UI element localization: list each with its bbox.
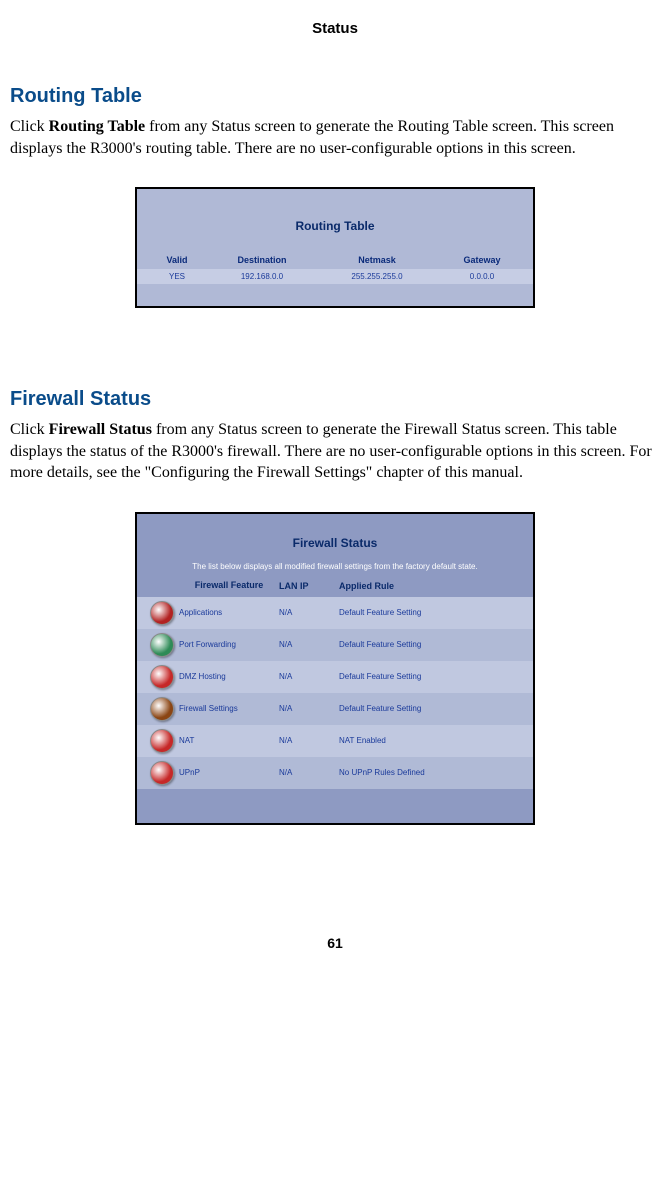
firewall-row-applied-rule: Default Feature Setting xyxy=(339,672,525,681)
firewall-row-lanip: N/A xyxy=(279,608,339,617)
firewall-row: Port ForwardingN/ADefault Feature Settin… xyxy=(137,629,533,661)
routing-table-row: YES 192.168.0.0 255.255.255.0 0.0.0.0 xyxy=(137,269,533,284)
firewall-rows-container: ApplicationsN/ADefault Feature SettingPo… xyxy=(137,597,533,789)
routing-table-panel: Routing Table Valid Destination Netmask … xyxy=(135,187,535,308)
firewall-row-lanip: N/A xyxy=(279,736,339,745)
firewall-status-panel: Firewall Status The list below displays … xyxy=(135,512,535,825)
upnp-icon xyxy=(150,761,174,785)
firewall-row-feature: DMZ Hosting xyxy=(179,672,279,681)
routing-col-valid: Valid xyxy=(147,255,207,265)
section-gap xyxy=(10,352,660,388)
firewall-row-applied-rule: Default Feature Setting xyxy=(339,640,525,649)
manual-page: Status Routing Table Click Routing Table… xyxy=(0,0,670,971)
firewall-row-icon-cell xyxy=(145,761,179,785)
firewall-status-heading: Firewall Status xyxy=(10,388,660,411)
routing-para-pre: Click xyxy=(10,118,49,135)
routing-cell-netmask: 255.255.255.0 xyxy=(317,272,437,281)
firewall-row-feature: NAT xyxy=(179,736,279,745)
firewall-row: DMZ HostingN/ADefault Feature Setting xyxy=(137,661,533,693)
firewall-row: UPnPN/ANo UPnP Rules Defined xyxy=(137,757,533,789)
firewall-status-figure: Firewall Status The list below displays … xyxy=(10,512,660,825)
firewall-col-feature: Firewall Feature xyxy=(179,581,279,591)
page-header: Status xyxy=(10,20,660,37)
firewall-para-pre: Click xyxy=(10,421,49,438)
firewall-header-row: Firewall Feature LAN IP Applied Rule xyxy=(137,581,533,597)
port-forwarding-icon xyxy=(150,633,174,657)
firewall-row: NATN/ANAT Enabled xyxy=(137,725,533,757)
dmz-hosting-icon xyxy=(150,665,174,689)
firewall-status-subtext: The list below displays all modified fir… xyxy=(137,562,533,581)
firewall-row-feature: Port Forwarding xyxy=(179,640,279,649)
firewall-row-lanip: N/A xyxy=(279,704,339,713)
routing-table-title: Routing Table xyxy=(137,189,533,251)
page-number: 61 xyxy=(10,935,660,951)
firewall-settings-icon xyxy=(150,697,174,721)
firewall-row-feature: Firewall Settings xyxy=(179,704,279,713)
firewall-row: Firewall SettingsN/ADefault Feature Sett… xyxy=(137,693,533,725)
firewall-row-icon-cell xyxy=(145,601,179,625)
routing-table-figure: Routing Table Valid Destination Netmask … xyxy=(10,187,660,308)
firewall-row: ApplicationsN/ADefault Feature Setting xyxy=(137,597,533,629)
routing-cell-gateway: 0.0.0.0 xyxy=(437,272,527,281)
routing-table-heading: Routing Table xyxy=(10,85,660,108)
firewall-row-lanip: N/A xyxy=(279,640,339,649)
firewall-row-applied-rule: Default Feature Setting xyxy=(339,704,525,713)
firewall-row-lanip: N/A xyxy=(279,768,339,777)
routing-col-gateway: Gateway xyxy=(437,255,527,265)
firewall-row-applied-rule: NAT Enabled xyxy=(339,736,525,745)
firewall-col-applied-rule: Applied Rule xyxy=(339,581,525,591)
routing-cell-destination: 192.168.0.0 xyxy=(207,272,317,281)
applications-icon xyxy=(150,601,174,625)
firewall-status-paragraph: Click Firewall Status from any Status sc… xyxy=(10,419,660,484)
firewall-row-applied-rule: No UPnP Rules Defined xyxy=(339,768,525,777)
firewall-row-feature: UPnP xyxy=(179,768,279,777)
routing-table-header-row: Valid Destination Netmask Gateway xyxy=(137,251,533,269)
routing-para-bold: Routing Table xyxy=(49,118,145,135)
firewall-row-icon-cell xyxy=(145,633,179,657)
routing-col-destination: Destination xyxy=(207,255,317,265)
firewall-row-icon-cell xyxy=(145,665,179,689)
routing-cell-valid: YES xyxy=(147,272,207,281)
firewall-col-lanip: LAN IP xyxy=(279,581,339,591)
firewall-bottom-spacer xyxy=(137,789,533,823)
nat-icon xyxy=(150,729,174,753)
routing-table-paragraph: Click Routing Table from any Status scre… xyxy=(10,116,660,159)
firewall-para-bold: Firewall Status xyxy=(49,421,152,438)
firewall-status-title: Firewall Status xyxy=(137,514,533,562)
firewall-row-lanip: N/A xyxy=(279,672,339,681)
firewall-row-icon-cell xyxy=(145,729,179,753)
routing-col-netmask: Netmask xyxy=(317,255,437,265)
firewall-row-applied-rule: Default Feature Setting xyxy=(339,608,525,617)
firewall-row-feature: Applications xyxy=(179,608,279,617)
firewall-row-icon-cell xyxy=(145,697,179,721)
